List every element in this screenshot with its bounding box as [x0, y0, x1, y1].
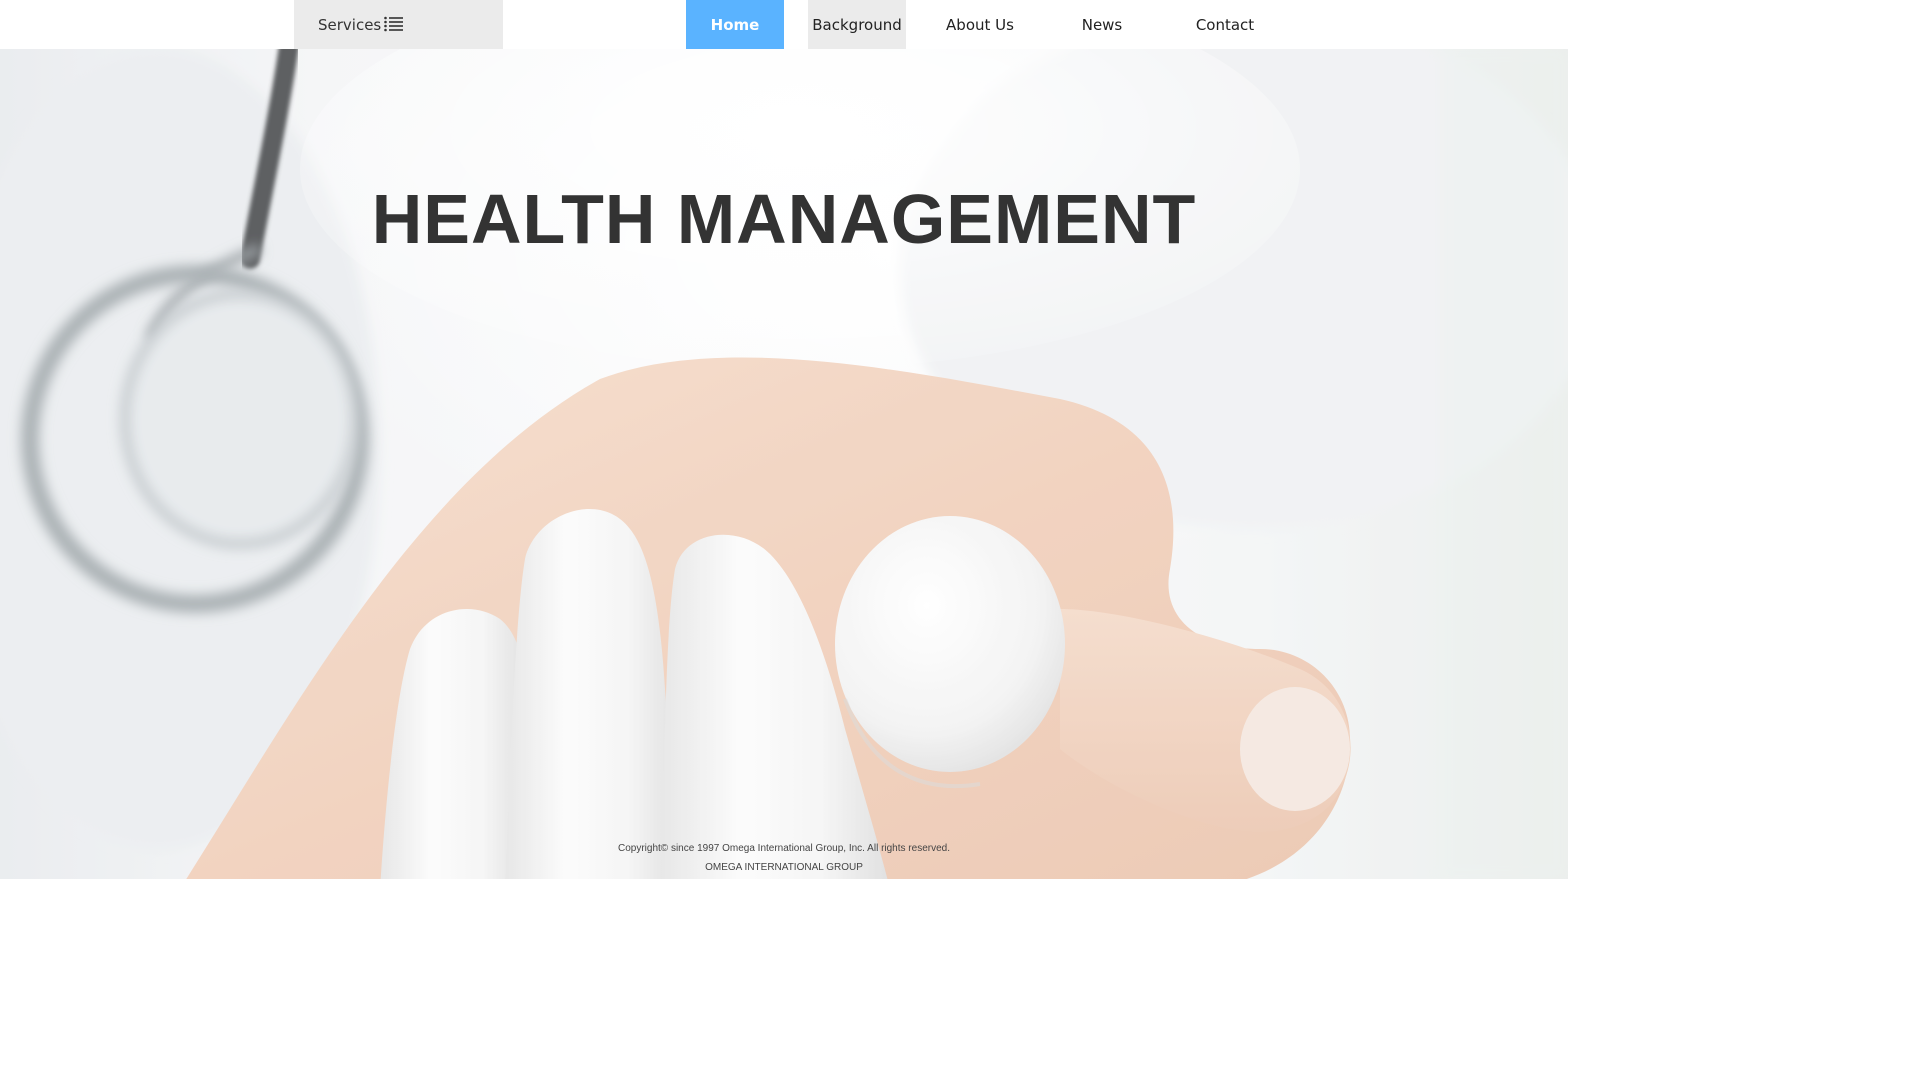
company-name: OMEGA INTERNATIONAL GROUP [705, 862, 863, 873]
services-menu-button[interactable]: Services [294, 0, 503, 49]
top-navigation-bar: Services Home Background About Us News C… [0, 0, 1568, 49]
hero-photo-illustration [0, 49, 1568, 879]
bottom-strip [0, 879, 1568, 889]
nav-background[interactable]: Background [808, 0, 906, 49]
copyright-text: Copyright© since 1997 Omega Internationa… [618, 843, 950, 854]
services-label: Services [318, 16, 382, 34]
hero-title: HEALTH MANAGEMENT [371, 180, 1197, 258]
nav-home[interactable]: Home [686, 0, 784, 49]
nav-contact[interactable]: Contact [1184, 0, 1266, 49]
nav-about-us[interactable]: About Us [930, 0, 1030, 49]
page: Services Home Background About Us News C… [0, 0, 1568, 889]
nav-news[interactable]: News [1060, 0, 1144, 49]
footer: Copyright© since 1997 Omega Internationa… [0, 839, 1568, 877]
list-icon [384, 16, 403, 32]
hero-banner: HEALTH MANAGEMENT [0, 49, 1568, 879]
